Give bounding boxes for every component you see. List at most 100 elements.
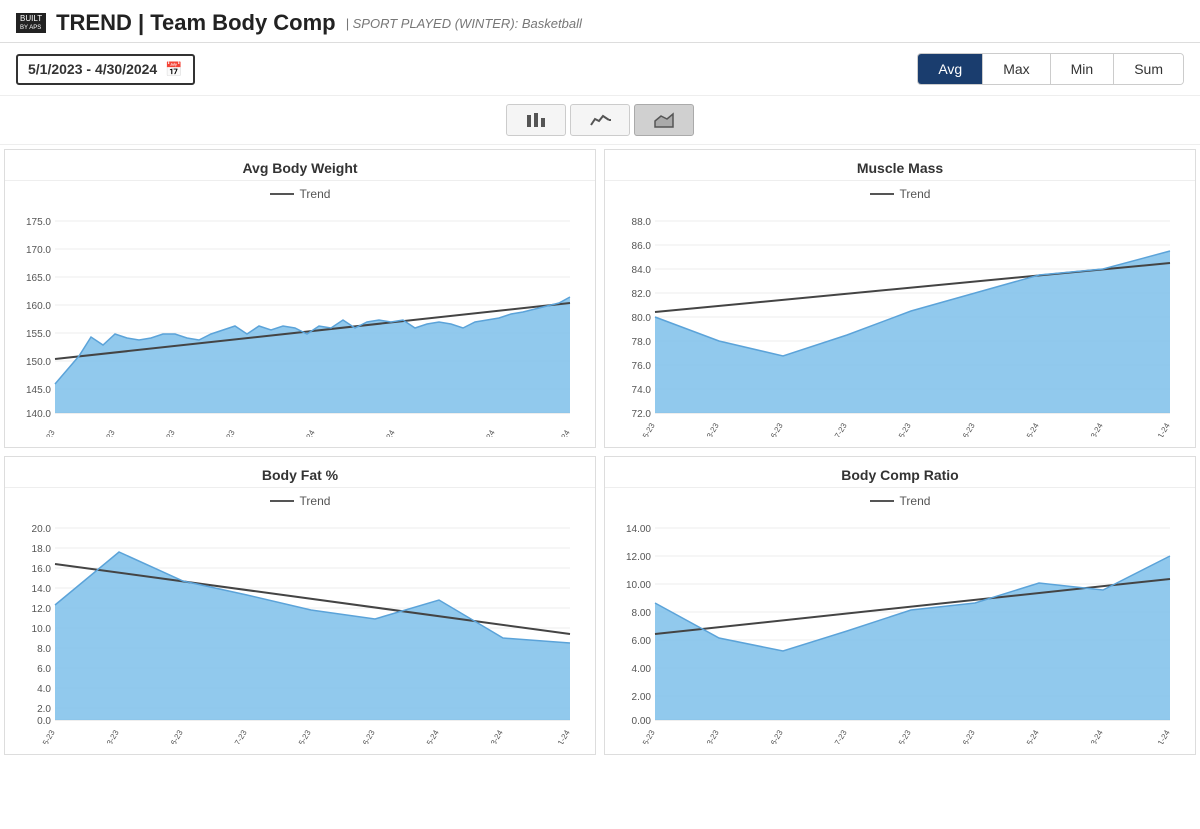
svg-text:14.00: 14.00 — [626, 524, 651, 535]
svg-text:20.0: 20.0 — [32, 524, 52, 535]
body-comp-ratio-title: Body Comp Ratio — [605, 457, 1195, 488]
calendar-icon: 📅 — [165, 61, 182, 78]
svg-text:07-23-23: 07-23-23 — [697, 728, 721, 744]
logo-box: BUILTBY APS — [16, 13, 46, 33]
svg-text:0.0: 0.0 — [37, 716, 51, 727]
svg-text:160.0: 160.0 — [26, 301, 51, 312]
svg-text:14.0: 14.0 — [32, 584, 52, 595]
svg-text:78.0: 78.0 — [632, 337, 652, 348]
svg-text:Wk of 09-17-23: Wk of 09-17-23 — [814, 421, 849, 437]
muscle-mass-legend: Trend — [605, 181, 1195, 203]
svg-text:Wk of 09-01-23: Wk of 09-01-23 — [142, 428, 177, 437]
svg-text:Wk of 02-25-24: Wk of 02-25-24 — [1006, 421, 1041, 437]
svg-text:08-06-23: 08-06-23 — [761, 728, 785, 744]
svg-text:11-26-23: 11-26-23 — [353, 728, 377, 744]
muscle-mass-panel: Muscle Mass Trend 88.0 86.0 84.0 82.0 80… — [604, 149, 1196, 448]
svg-text:8.00: 8.00 — [632, 608, 652, 619]
svg-text:4.00: 4.00 — [632, 664, 652, 675]
svg-text:8.0: 8.0 — [37, 644, 51, 655]
avg-body-weight-panel: Avg Body Weight Trend 175.0 170.0 165.0 … — [4, 149, 596, 448]
date-range-text: 5/1/2023 - 4/30/2024 — [28, 61, 157, 77]
svg-text:Wk of 07-23-23: Wk of 07-23-23 — [686, 421, 721, 437]
svg-text:03-03-24: 03-03-24 — [1081, 728, 1105, 744]
svg-text:09-17-23: 09-17-23 — [225, 728, 249, 744]
svg-text:150.0: 150.0 — [26, 357, 51, 368]
svg-text:145.0: 145.0 — [26, 385, 51, 396]
chart-type-bar — [0, 96, 1200, 145]
body-fat-title: Body Fat % — [5, 457, 595, 488]
legend-label: Trend — [900, 494, 931, 508]
svg-text:0.00: 0.00 — [632, 716, 652, 727]
legend-label: Trend — [300, 187, 331, 201]
legend-line — [270, 193, 294, 195]
svg-text:10.0: 10.0 — [32, 624, 52, 635]
body-fat-chart: 20.0 18.0 16.0 14.0 12.0 10.0 8.0 6.0 4.… — [5, 510, 595, 744]
page-title: TREND | Team Body Comp — [56, 10, 336, 36]
legend-line — [870, 500, 894, 502]
svg-text:10-15-23: 10-15-23 — [289, 728, 313, 744]
svg-text:155.0: 155.0 — [26, 329, 51, 340]
min-button[interactable]: Min — [1051, 54, 1115, 84]
svg-text:80.0: 80.0 — [632, 313, 652, 324]
body-fat-legend: Trend — [5, 488, 595, 510]
avg-button[interactable]: Avg — [918, 54, 983, 84]
svg-text:88.0: 88.0 — [632, 217, 652, 228]
svg-text:2.0: 2.0 — [37, 704, 51, 715]
svg-text:11-26-23: 11-26-23 — [953, 728, 977, 744]
svg-text:6.00: 6.00 — [632, 636, 652, 647]
svg-text:02-25-24: 02-25-24 — [1017, 728, 1041, 744]
sum-button[interactable]: Sum — [1114, 54, 1183, 84]
body-comp-ratio-chart: 14.00 12.00 10.00 8.00 6.00 4.00 2.00 0.… — [605, 510, 1195, 744]
header: BUILTBY APS TREND | Team Body Comp | SPO… — [0, 0, 1200, 43]
avg-body-weight-legend: Trend — [5, 181, 595, 203]
svg-text:84.0: 84.0 — [632, 265, 652, 276]
svg-text:10.00: 10.00 — [626, 580, 651, 591]
svg-text:74.0: 74.0 — [632, 385, 652, 396]
svg-text:08-06-23: 08-06-23 — [161, 728, 185, 744]
muscle-mass-chart: 88.0 86.0 84.0 82.0 80.0 78.0 76.0 74.0 … — [605, 203, 1195, 437]
svg-text:6.0: 6.0 — [37, 664, 51, 675]
svg-text:07-23-23: 07-23-23 — [97, 728, 121, 744]
svg-text:03-03-24: 03-03-24 — [481, 728, 505, 744]
svg-text:Wk of 01-01-24: Wk of 01-01-24 — [282, 428, 317, 437]
svg-text:02-25-24: 02-25-24 — [417, 728, 441, 744]
svg-text:72.0: 72.0 — [632, 409, 652, 420]
svg-text:Wk of 03-01-24: Wk of 03-01-24 — [362, 428, 397, 437]
svg-text:06-25-23: 06-25-23 — [33, 728, 57, 744]
svg-text:10-15-23: 10-15-23 — [889, 728, 913, 744]
bar-chart-button[interactable] — [506, 104, 566, 136]
svg-text:04-21-24: 04-21-24 — [1148, 728, 1172, 744]
body-comp-ratio-legend: Trend — [605, 488, 1195, 510]
svg-text:175.0: 175.0 — [26, 217, 51, 228]
area-chart-button[interactable] — [634, 104, 694, 136]
svg-text:82.0: 82.0 — [632, 289, 652, 300]
line-chart-button[interactable] — [570, 104, 630, 136]
svg-text:Wk of 08-06-23: Wk of 08-06-23 — [750, 421, 785, 437]
body-comp-ratio-panel: Body Comp Ratio Trend 14.00 12.00 10.00 … — [604, 456, 1196, 755]
svg-text:16.0: 16.0 — [32, 564, 52, 575]
svg-text:12.00: 12.00 — [626, 552, 651, 563]
date-range-display[interactable]: 5/1/2023 - 4/30/2024 📅 — [16, 54, 195, 85]
toolbar: 5/1/2023 - 4/30/2024 📅 Avg Max Min Sum — [0, 43, 1200, 96]
avg-body-weight-title: Avg Body Weight — [5, 150, 595, 181]
svg-text:09-17-23: 09-17-23 — [825, 728, 849, 744]
svg-text:06-25-23: 06-25-23 — [633, 728, 657, 744]
svg-text:Wk of 11-26-23: Wk of 11-26-23 — [942, 421, 977, 437]
svg-text:Wk of 07-01-23: Wk of 07-01-23 — [82, 428, 117, 437]
svg-text:76.0: 76.0 — [632, 361, 652, 372]
legend-line — [270, 500, 294, 502]
legend-label: Trend — [300, 494, 331, 508]
svg-text:165.0: 165.0 — [26, 273, 51, 284]
charts-grid: Avg Body Weight Trend 175.0 170.0 165.0 … — [0, 145, 1200, 759]
stat-buttons-group: Avg Max Min Sum — [917, 53, 1184, 85]
sport-label: | SPORT PLAYED (WINTER): Basketball — [346, 16, 582, 31]
svg-text:Wk of 10-15-23: Wk of 10-15-23 — [878, 421, 913, 437]
svg-text:2.00: 2.00 — [632, 692, 652, 703]
max-button[interactable]: Max — [983, 54, 1050, 84]
muscle-mass-title: Muscle Mass — [605, 150, 1195, 181]
svg-text:140.0: 140.0 — [26, 409, 51, 420]
app-logo: BUILTBY APS — [16, 13, 46, 34]
svg-text:Wk of 04-01-24: Wk of 04-01-24 — [462, 428, 497, 437]
svg-text:Wk of 05-01-23: Wk of 05-01-23 — [22, 428, 57, 437]
svg-text:170.0: 170.0 — [26, 245, 51, 256]
